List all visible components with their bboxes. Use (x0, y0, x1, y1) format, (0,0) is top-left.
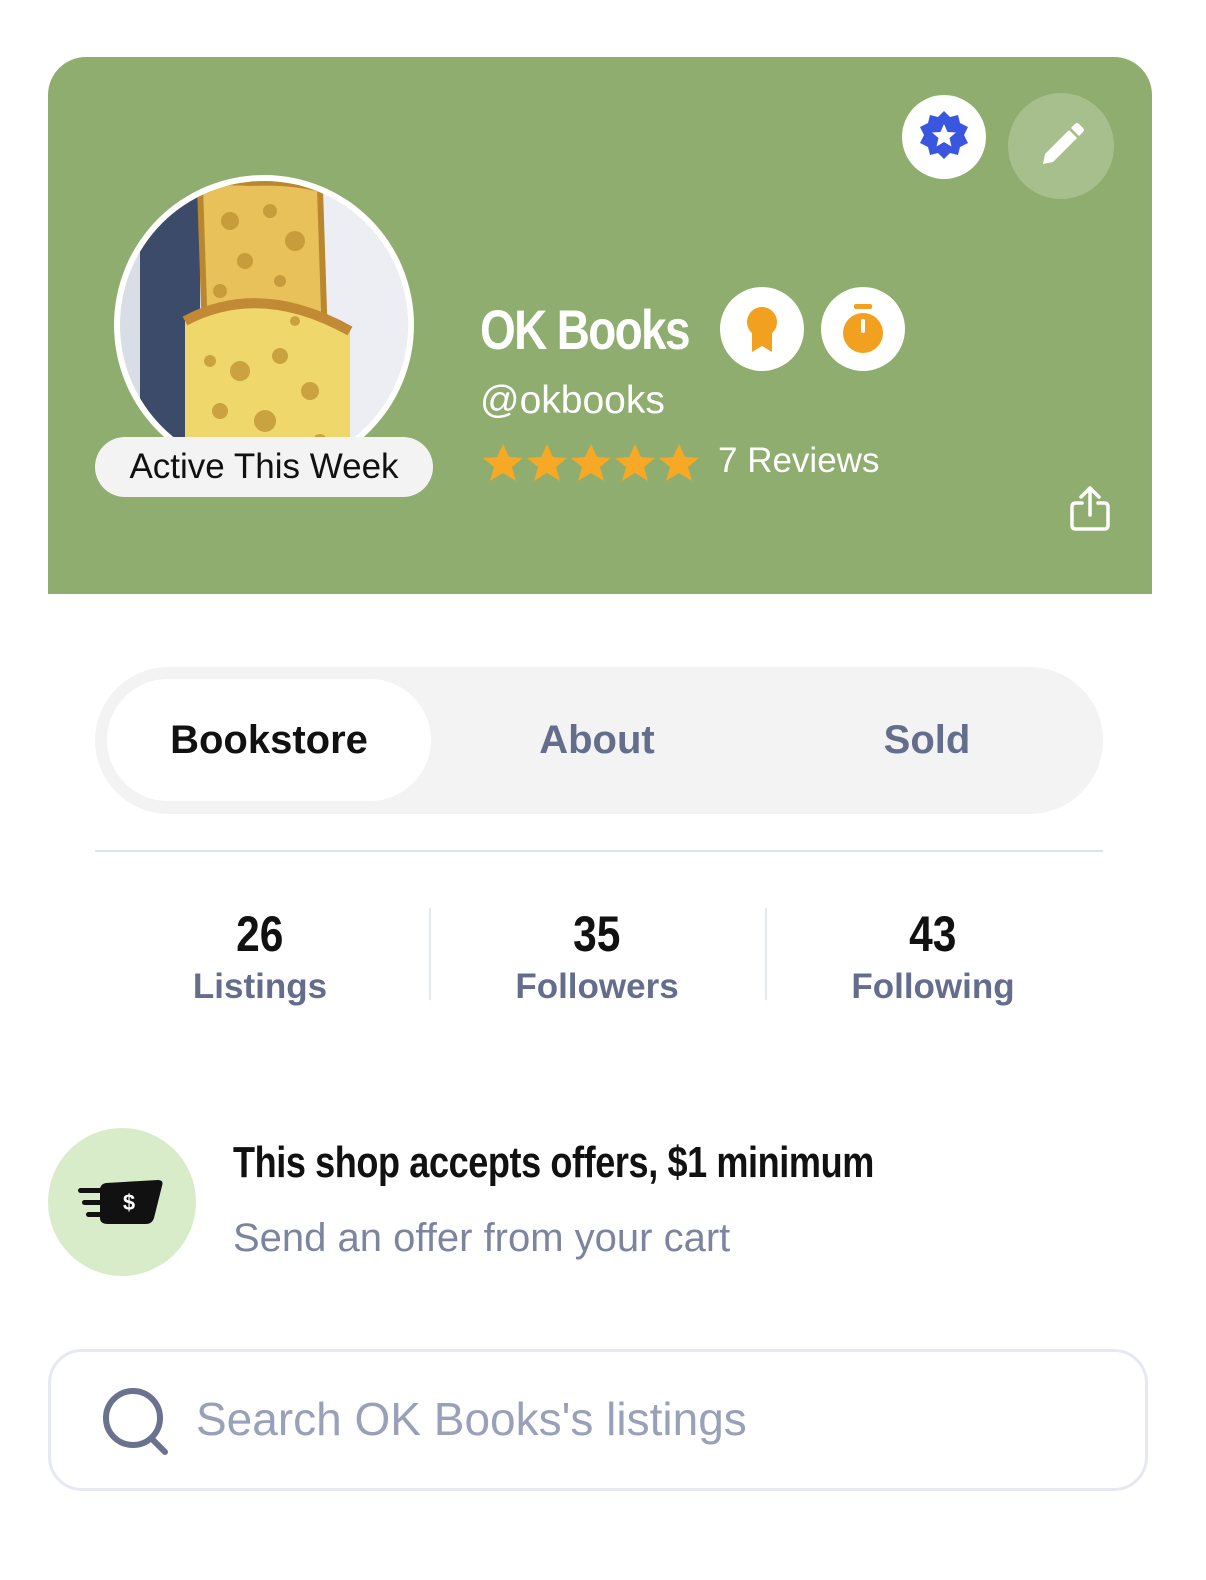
award-ribbon-icon (747, 307, 777, 352)
shop-name: OK Books (480, 298, 690, 361)
search-input[interactable]: Search OK Books's listings (48, 1349, 1148, 1491)
stat-separator (765, 908, 767, 1000)
search-icon (103, 1388, 168, 1455)
profile-tabs: Bookstore About Sold (95, 667, 1103, 814)
fast-shipper-badge[interactable] (821, 287, 905, 371)
avatar[interactable] (114, 175, 414, 475)
tab-sold[interactable]: Sold (765, 679, 1089, 801)
edit-profile-button[interactable] (1008, 93, 1114, 199)
edit-pencil-icon (1043, 123, 1084, 164)
verified-star-badge-icon (920, 111, 968, 159)
tab-about[interactable]: About (435, 679, 759, 801)
award-badge[interactable] (720, 287, 804, 371)
active-this-week-badge: Active This Week (95, 437, 433, 497)
stat-listings[interactable]: 26 Listings (100, 905, 420, 1007)
stat-separator (429, 908, 431, 1000)
offer-title: This shop accepts offers, $1 minimum (233, 1138, 874, 1187)
shop-header: Active This Week OK Books @okbooks 7 Rev… (48, 57, 1152, 594)
stat-label: Followers (515, 967, 679, 1006)
star-icon (615, 444, 655, 481)
stat-label: Listings (192, 967, 328, 1006)
stat-value: 26 (236, 906, 284, 962)
offer-icon-glyph: $ (123, 1190, 135, 1215)
star-icon (571, 444, 611, 481)
offer-icon-circle: $ (48, 1128, 196, 1276)
divider (95, 850, 1103, 852)
verified-star-badge-button[interactable] (902, 95, 986, 179)
stat-followers[interactable]: 35 Followers (437, 905, 757, 1007)
star-icon (659, 444, 699, 481)
reviews-link[interactable]: 7 Reviews (718, 441, 879, 481)
stat-label: Following (851, 967, 1015, 1006)
share-icon[interactable] (1066, 485, 1114, 533)
search-placeholder: Search OK Books's listings (196, 1393, 747, 1445)
rating-stars[interactable] (482, 443, 700, 483)
offer-subtitle: Send an offer from your cart (233, 1216, 731, 1260)
tab-bookstore[interactable]: Bookstore (107, 679, 431, 801)
avatar-image (120, 181, 408, 469)
stat-value: 35 (573, 906, 621, 962)
stat-following[interactable]: 43 Following (773, 905, 1093, 1007)
cash-offer-icon: $ (78, 1180, 163, 1224)
shop-handle: @okbooks (480, 379, 665, 422)
star-icon (483, 444, 523, 481)
stopwatch-icon (843, 304, 883, 353)
star-icon (527, 444, 567, 481)
stat-value: 43 (909, 906, 957, 962)
